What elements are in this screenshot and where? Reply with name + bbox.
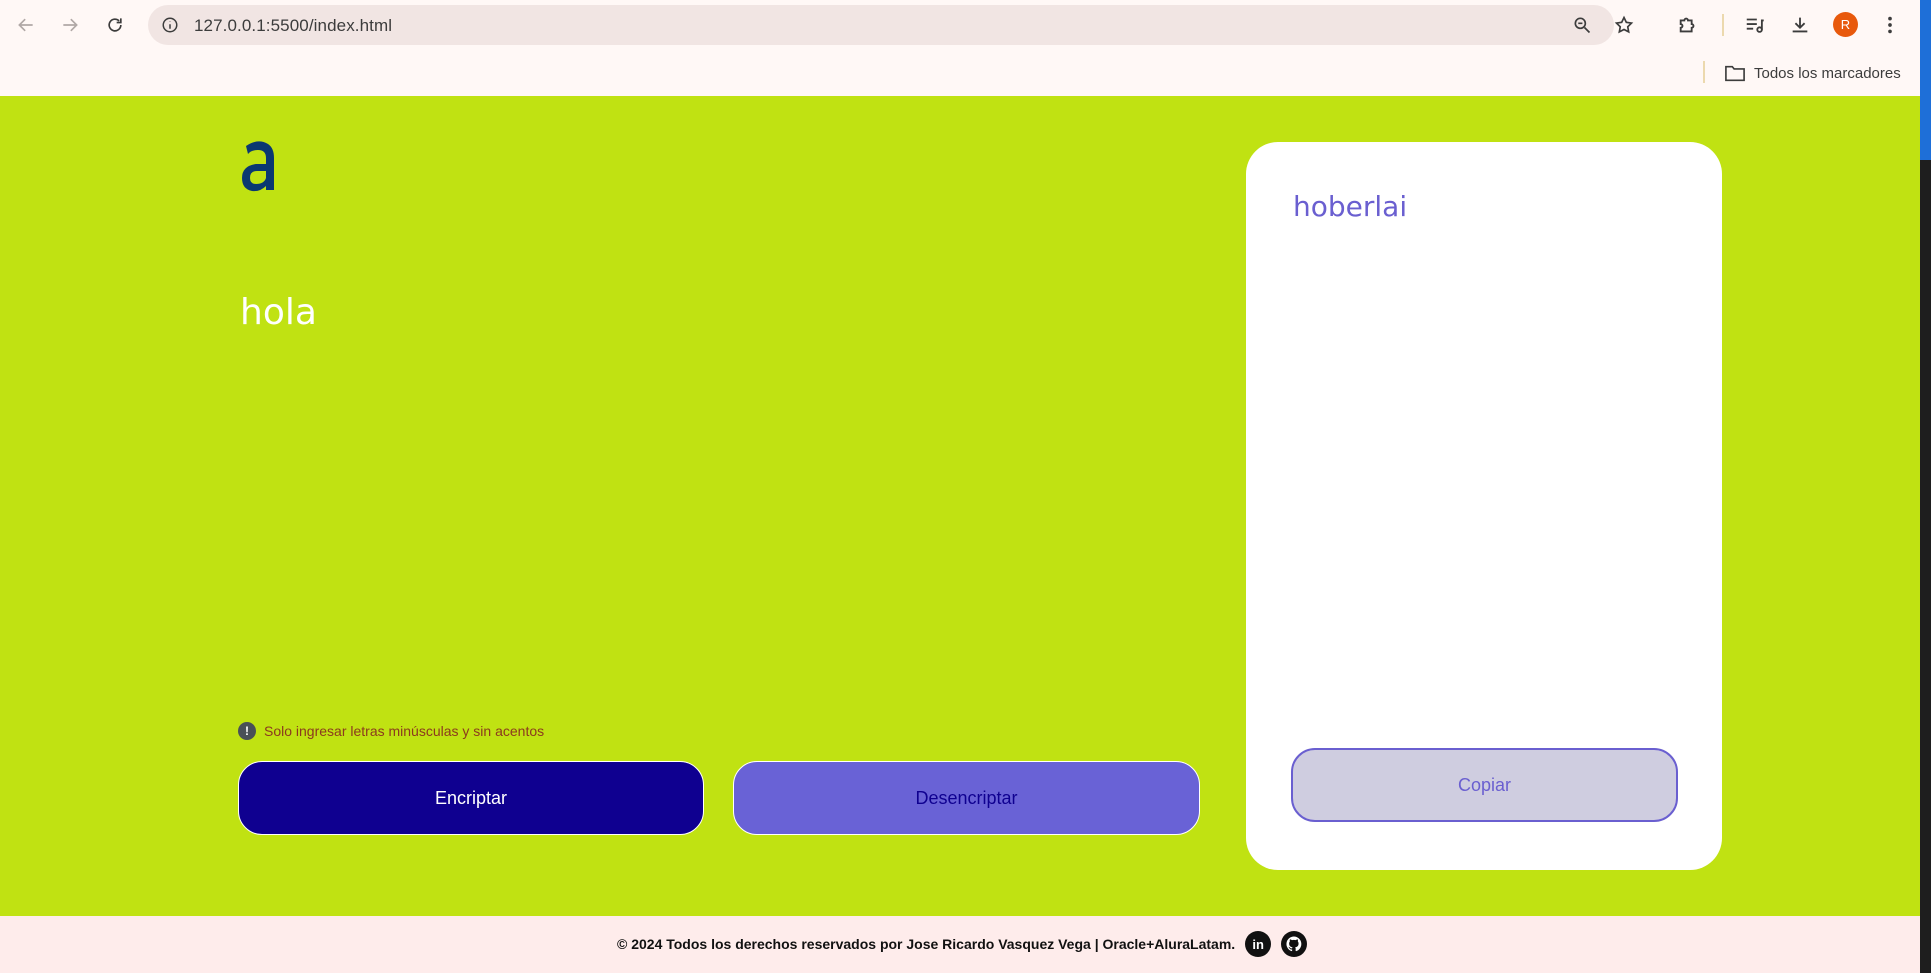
kebab-menu-icon: [1888, 16, 1892, 34]
reload-icon: [108, 18, 122, 32]
info-icon: [162, 17, 178, 33]
bookmark-star-button[interactable]: [1612, 13, 1636, 37]
copy-button[interactable]: Copiar: [1291, 748, 1678, 822]
download-icon: [1792, 17, 1808, 33]
window-edge-accent: [1920, 0, 1931, 160]
output-panel: hoberlai Copiar: [1246, 142, 1722, 870]
profile-avatar[interactable]: R: [1833, 12, 1858, 37]
encrypt-button[interactable]: Encriptar: [238, 761, 704, 835]
extensions-button[interactable]: [1672, 9, 1704, 41]
all-bookmarks-folder[interactable]: Todos los marcadores: [1724, 61, 1901, 85]
github-icon[interactable]: [1281, 931, 1308, 957]
arrow-right-icon: [63, 18, 78, 32]
toolbar-separator: [1722, 14, 1724, 36]
media-queue-icon: [1746, 18, 1764, 33]
footer-content: © 2024 Todos los derechos reservados por…: [617, 931, 1308, 957]
browser-menu-button[interactable]: [1874, 9, 1906, 41]
encryptor-page: hola ! Solo ingresar letras minúsculas y…: [0, 96, 1920, 916]
linkedin-label: in: [1252, 936, 1264, 952]
bookmarks-bar: Todos los marcadores: [0, 50, 1920, 96]
media-controls-button[interactable]: [1739, 9, 1771, 41]
address-bar[interactable]: 127.0.0.1:5500/index.html: [148, 5, 1634, 45]
zoom-button[interactable]: [1570, 13, 1594, 37]
window-edge: [1920, 0, 1931, 973]
folder-icon: [1725, 65, 1745, 82]
decrypt-button[interactable]: Desencriptar: [733, 761, 1200, 835]
url-text[interactable]: 127.0.0.1:5500/index.html: [194, 16, 392, 36]
exclamation-icon: !: [238, 722, 256, 740]
output-text: hoberlai: [1293, 190, 1408, 223]
zoom-icon: [1574, 17, 1591, 34]
linkedin-icon[interactable]: in: [1245, 931, 1272, 957]
all-bookmarks-label: Todos los marcadores: [1754, 64, 1901, 82]
hint-text: Solo ingresar letras minúsculas y sin ac…: [264, 723, 545, 739]
message-input[interactable]: hola: [240, 292, 317, 333]
github-mark-icon: [1286, 936, 1302, 952]
puzzle-icon: [1679, 17, 1695, 33]
forward-button[interactable]: [54, 9, 86, 41]
alura-logo-icon: [242, 141, 274, 192]
back-button[interactable]: [10, 9, 42, 41]
browser-toolbar: 127.0.0.1:5500/index.html R: [0, 0, 1920, 50]
reload-button[interactable]: [99, 9, 131, 41]
star-icon: [1614, 15, 1634, 34]
downloads-button[interactable]: [1784, 9, 1816, 41]
page-footer: © 2024 Todos los derechos reservados por…: [0, 916, 1920, 973]
site-info-button[interactable]: [158, 13, 182, 37]
bookmarks-separator: [1703, 61, 1705, 83]
footer-copyright: © 2024 Todos los derechos reservados por…: [617, 936, 1236, 952]
input-hint: ! Solo ingresar letras minúsculas y sin …: [238, 722, 544, 740]
arrow-left-icon: [18, 18, 33, 32]
browser-window: 127.0.0.1:5500/index.html R Todos los ma…: [0, 0, 1931, 973]
